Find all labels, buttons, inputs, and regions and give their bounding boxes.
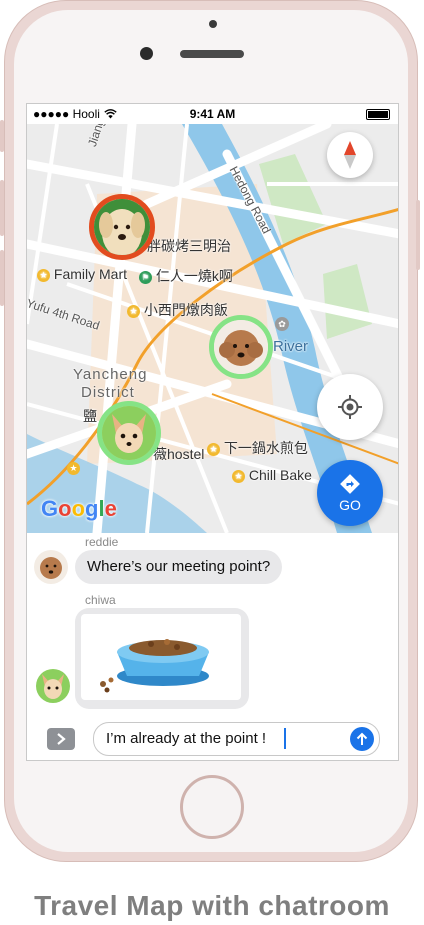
chihuahua-avatar-icon [42, 674, 64, 699]
sender-name-chiwa: chiwa [85, 593, 116, 607]
sender-name-reddie: reddie [85, 535, 119, 549]
volume-down-button [0, 250, 4, 306]
app-screen: ●●●●● Hooli 9:41 AM Jianguo 4th Hedong R… [26, 103, 399, 761]
mute-switch [0, 120, 4, 152]
star-poi-icon: ★ [232, 469, 245, 483]
district-label-line2: District [81, 384, 135, 401]
star-poi-icon: ★ [207, 442, 220, 456]
chihuahua-avatar [102, 406, 156, 460]
poi-family-mart[interactable]: ★ Family Mart [37, 266, 127, 282]
go-directions-button[interactable]: GO [317, 460, 383, 526]
compass-icon [344, 141, 356, 169]
poi-chill-bake[interactable]: ★ Chill Bake [232, 467, 312, 483]
power-button [416, 200, 420, 270]
directions-icon [340, 474, 360, 494]
chat-panel: reddie Where’s our meeting point? chiwa [27, 533, 398, 760]
star-poi-icon: ★ [67, 462, 80, 475]
attachment-photo[interactable] [81, 614, 241, 700]
poi-salt: 鹽 [83, 408, 97, 424]
send-button[interactable] [350, 727, 374, 751]
poodle-avatar-icon [40, 557, 62, 579]
star-poi-icon: ★ [37, 268, 50, 282]
image-message-bubble[interactable] [75, 608, 249, 709]
poi-hostel[interactable]: 薇hostel [153, 444, 204, 464]
proximity-sensor [209, 20, 217, 28]
poi-label: 仁人一燒k啊 [155, 268, 233, 284]
district-label-line1: Yancheng [73, 366, 148, 383]
golden-retriever-avatar [94, 199, 150, 255]
poi-renren[interactable]: ⚑ 仁人一燒k啊 [139, 266, 233, 286]
chihuahua-pin[interactable] [97, 401, 161, 465]
paw-poi-icon: ✿ [275, 317, 289, 331]
poi-sandwich[interactable]: 胖碳烤三明治 [147, 236, 231, 256]
my-location-button[interactable] [317, 374, 383, 440]
message-input[interactable]: I’m already at the point ! [93, 722, 380, 756]
star-poi-icon: ★ [127, 304, 140, 318]
poodle-avatar [214, 320, 268, 374]
front-camera [140, 47, 153, 60]
earpiece-speaker [180, 50, 244, 58]
reddie-avatar[interactable] [34, 550, 68, 584]
chiwa-avatar[interactable] [36, 669, 70, 703]
poi-river: River [273, 338, 309, 355]
volume-up-button [0, 180, 4, 236]
battery-icon [366, 109, 390, 120]
home-button[interactable] [180, 775, 244, 839]
status-bar: ●●●●● Hooli 9:41 AM [27, 104, 398, 124]
send-arrow-icon [356, 732, 368, 745]
flag-poi-icon: ⚑ [139, 270, 152, 284]
expand-button[interactable] [47, 728, 75, 750]
text-cursor [284, 728, 286, 749]
message-input-text: I’m already at the point ! [106, 730, 267, 747]
status-time: 9:41 AM [189, 107, 236, 121]
compass-button[interactable] [327, 132, 373, 178]
message-bubble-reddie: Where’s our meeting point? [75, 550, 283, 584]
poi-label: Family Mart [53, 266, 128, 282]
google-logo: Google [41, 496, 117, 521]
chevron-right-icon [57, 733, 66, 745]
golden-retriever-pin[interactable] [89, 194, 155, 260]
poodle-pin[interactable] [209, 315, 273, 379]
poi-label: 小西門燉肉飯 [143, 302, 228, 318]
poi-pan-fried-buns[interactable]: ★ 下一鍋水煎包 [207, 438, 308, 458]
poi-label: 下一鍋水煎包 [223, 440, 308, 456]
map-view[interactable]: Jianguo 4th Hedong Road Yufu 4th Road Ya… [27, 104, 398, 533]
dog-food-bowl-image [100, 639, 209, 693]
go-label: GO [339, 497, 361, 513]
poi-xiaoximen[interactable]: ★ 小西門燉肉飯 [127, 300, 228, 320]
poi-label: Chill Bake [248, 467, 312, 483]
my-location-icon [338, 395, 362, 419]
caption-title: Travel Map with chatroom [34, 890, 390, 921]
